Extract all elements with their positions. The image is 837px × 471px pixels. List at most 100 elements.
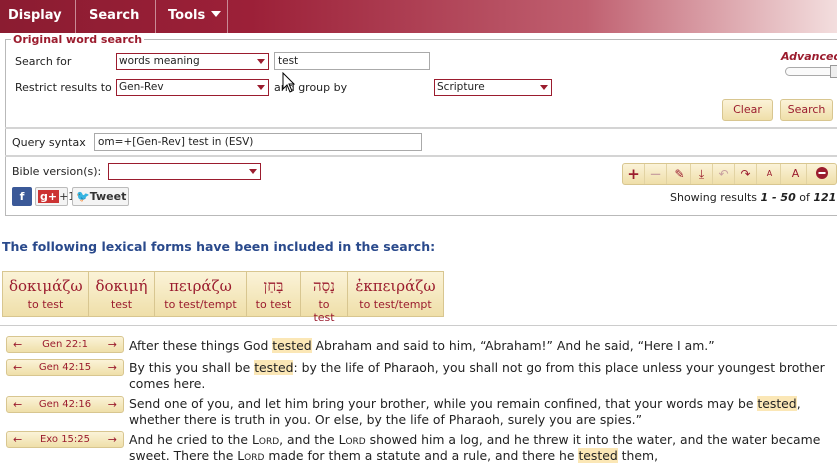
search-for-label: Search for <box>15 55 72 68</box>
menu-tools-label: Tools <box>168 8 206 23</box>
results-count: Showing results 1 - 50 of 121 <box>670 191 836 204</box>
verse-ref-label: Exo 15:25 <box>39 434 91 445</box>
verse-ref-button[interactable]: ← Gen 42:15 → <box>6 359 124 376</box>
restrict-value: Gen-Rev <box>119 81 164 93</box>
bible-versions-label: Bible version(s): <box>12 165 102 178</box>
remove-icon[interactable]: − <box>645 164 667 184</box>
verse-segment: Abraham and said to him, “Abraham!” And … <box>311 338 715 353</box>
menu-display[interactable]: Display <box>0 0 76 49</box>
verse-segment: them, <box>617 448 659 463</box>
lexical-word: ἐκπειράζω <box>355 277 436 295</box>
verse-ref-button[interactable]: ← Exo 15:25 → <box>6 431 124 448</box>
divider <box>5 155 837 157</box>
lexical-meaning: to test/tempt <box>359 298 432 311</box>
arrow-right-icon[interactable]: → <box>108 397 117 412</box>
tweet-label: Tweet <box>89 190 127 203</box>
advanced-label: Advanced <box>781 50 837 63</box>
group-by-select[interactable]: Scripture <box>434 79 552 96</box>
lexical-form[interactable]: נָסָה to test <box>301 272 348 324</box>
restrict-label: Restrict results to <box>15 81 112 94</box>
lexical-word: δοκιμάζω <box>9 277 83 295</box>
undo-icon[interactable]: ↶ <box>713 164 735 184</box>
lexical-word: πειράζω <box>169 277 232 295</box>
lexical-meaning: to test/tempt <box>164 298 237 311</box>
query-syntax-label: Query syntax <box>12 136 86 149</box>
verse-ref-label: Gen 42:15 <box>38 362 92 373</box>
dropdown-arrow-icon <box>249 169 257 174</box>
tweet-button[interactable]: 🐦Tweet <box>72 187 129 206</box>
close-circle-icon[interactable] <box>811 164 833 184</box>
advanced-slider[interactable] <box>785 65 837 78</box>
verse-text: And he cried to the Lord, and the Lord s… <box>129 432 837 464</box>
lexical-form[interactable]: πειράζω to test/tempt <box>155 272 247 316</box>
google-plus-icon: g+ <box>38 190 60 203</box>
lexical-form[interactable]: בָּחַן to test <box>247 272 301 316</box>
menu-tools[interactable]: Tools <box>160 0 228 33</box>
results-of: of <box>795 191 814 204</box>
verse-text: By this you shall be tested: by the life… <box>129 360 837 392</box>
verse-ref-button[interactable]: ← Gen 22:1 → <box>6 336 124 353</box>
verse-segment: Lord <box>237 448 265 463</box>
redo-icon[interactable]: ↷ <box>735 164 757 184</box>
bible-versions-select[interactable] <box>108 163 261 180</box>
restrict-select[interactable]: Gen-Rev <box>116 79 269 96</box>
slider-knob[interactable] <box>830 65 837 78</box>
verse-segment: Lord <box>338 432 366 447</box>
highlighted-term: tested <box>578 448 618 463</box>
verse-segment: By this you shall be <box>129 360 255 375</box>
clear-button[interactable]: Clear <box>722 99 773 121</box>
search-button[interactable]: Search <box>780 99 833 121</box>
add-icon[interactable]: + <box>623 164 645 184</box>
verse-text: Send one of you, and let him bring your … <box>129 396 837 428</box>
verse-segment: , and the <box>279 432 339 447</box>
highlighted-term: tested <box>254 360 294 375</box>
lexical-form[interactable]: ἐκπειράζω to test/tempt <box>348 272 443 316</box>
menu-search[interactable]: Search <box>81 0 156 49</box>
arrow-right-icon[interactable]: → <box>108 432 117 447</box>
divider <box>5 127 837 129</box>
dropdown-arrow-icon <box>540 85 548 90</box>
decrease-font-icon[interactable]: A <box>759 164 781 184</box>
arrow-right-icon[interactable]: → <box>108 337 117 352</box>
query-syntax-input[interactable]: om=+[Gen-Rev] test in (ESV) <box>94 133 422 151</box>
edit-pencil-icon[interactable]: ✎ <box>669 164 691 184</box>
verse-ref-button[interactable]: ← Gen 42:16 → <box>6 396 124 413</box>
google-plus-button[interactable]: g+ +1 <box>35 187 75 206</box>
search-term-input[interactable]: test <box>274 52 430 70</box>
lexical-forms-heading: The following lexical forms have been in… <box>2 239 436 254</box>
verse-segment: Send one of you, and let him bring your … <box>129 396 758 411</box>
lexical-form[interactable]: δοκιμή test <box>89 272 155 316</box>
facebook-share-button[interactable]: f <box>12 187 32 206</box>
search-type-select[interactable]: words meaning <box>116 53 269 70</box>
verse-text: After these things God tested Abraham an… <box>129 338 837 354</box>
dropdown-arrow-icon <box>257 85 265 90</box>
results-range: 1 - 50 <box>760 191 796 204</box>
lexical-meaning: to test <box>313 298 335 324</box>
dropdown-arrow-icon <box>257 59 265 64</box>
lexical-word: בָּחַן <box>263 277 284 295</box>
results-total: 121 <box>813 191 837 204</box>
lexical-meaning: to test <box>255 298 292 311</box>
results-divider <box>0 325 837 326</box>
lexical-form[interactable]: δοκιμάζω to test <box>3 272 89 316</box>
increase-font-icon[interactable]: A <box>785 164 807 184</box>
lexical-word: נָסָה <box>312 277 336 295</box>
panel-legend: Original word search <box>11 33 145 46</box>
verse-segment: Lord <box>251 432 280 447</box>
arrow-right-icon[interactable]: → <box>108 360 117 375</box>
lexical-forms-row: δοκιμάζω to test δοκιμή test πειράζω to … <box>2 271 444 324</box>
results-toolbar: + − ✎ ⤓ ↶ ↷ A A <box>622 163 837 185</box>
lexical-word: δοκιμή <box>95 277 148 295</box>
download-icon[interactable]: ⤓ <box>691 164 713 184</box>
results-prefix: Showing results <box>670 191 761 204</box>
verse-segment: After these things God <box>129 338 273 353</box>
group-by-value: Scripture <box>437 81 485 93</box>
search-type-value: words meaning <box>119 55 200 67</box>
chevron-down-icon <box>211 11 222 17</box>
mouse-cursor-icon <box>282 72 296 93</box>
verse-segment: made for them a statute and a rule, and … <box>264 448 579 463</box>
verse-segment: And he cried to the <box>129 432 252 447</box>
lexical-meaning: test <box>110 298 133 311</box>
highlighted-term: tested <box>272 338 312 353</box>
lexical-meaning: to test <box>27 298 64 311</box>
